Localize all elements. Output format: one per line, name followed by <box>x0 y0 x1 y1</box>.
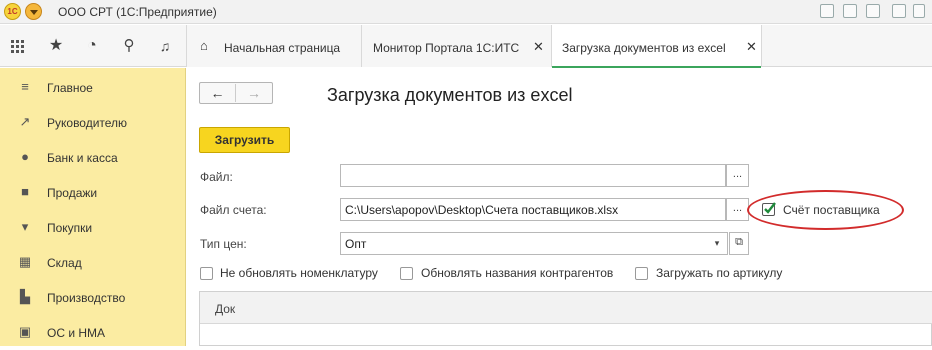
app-title: ООО СРТ (1С:Предприятие) <box>58 5 217 19</box>
sidebar-item-bank[interactable]: ● Банк и касса <box>0 140 186 175</box>
history-nav: ← → <box>199 82 273 104</box>
price-type-select[interactable]: Опт <box>340 232 708 255</box>
close-icon[interactable]: ✕ <box>746 39 757 55</box>
title-bar: 1С ООО СРТ (1С:Предприятие) <box>0 0 932 24</box>
sidebar-item-label: Производство <box>47 291 126 305</box>
load-by-article-checkbox[interactable] <box>635 267 648 280</box>
sidebar-item-label: ОС и НМА <box>47 326 106 340</box>
sidebar-item-label: Руководителю <box>47 116 128 130</box>
account-file-select-button[interactable]: ... <box>726 198 749 221</box>
account-file-value: C:\Users\apopov\Desktop\Счета поставщико… <box>345 203 619 217</box>
load-button[interactable]: Загрузить <box>199 127 290 153</box>
search-icon[interactable]: ⚲ <box>119 36 139 56</box>
sidebar-item-purchases[interactable]: ▾ Покупки <box>0 210 186 245</box>
main-menu-button[interactable] <box>25 3 42 20</box>
load-by-article-label: Загружать по артикулу <box>656 266 783 280</box>
account-file-label: Файл счета: <box>200 203 267 217</box>
apps-grid-icon[interactable] <box>11 40 25 54</box>
form-title: Загрузка документов из excel <box>327 85 573 105</box>
home-icon: ⌂ <box>200 38 208 53</box>
update-counterparty-names-label: Обновлять названия контрагентов <box>421 266 614 280</box>
notifications-bell-icon[interactable]: ♫ <box>155 36 175 56</box>
sidebar-item-production[interactable]: ▙ Производство <box>0 280 186 315</box>
highlight-ellipse <box>747 190 904 230</box>
settings-icon[interactable] <box>913 4 925 18</box>
no-update-nomenclature-checkbox[interactable] <box>200 267 213 280</box>
sidebar-item-label: Продажи <box>47 186 98 200</box>
tab-its-monitor[interactable]: Монитор Портала 1С:ИТС ✕ <box>361 25 551 67</box>
sidebar-item-fixed-assets[interactable]: ▣ ОС и НМА <box>0 315 186 350</box>
tab-label: Монитор Портала 1С:ИТС <box>373 41 520 55</box>
documents-table[interactable]: Док <box>199 291 932 346</box>
1c-logo-icon: 1С <box>4 3 21 20</box>
factory-icon: ▙ <box>20 289 30 304</box>
table-header: Док <box>200 292 932 324</box>
box-icon: ▣ <box>18 324 32 339</box>
forward-arrow-icon[interactable]: → <box>236 84 272 102</box>
grid-icon: ▦ <box>18 254 32 269</box>
toolbar: ★ ◔ ⚲ ♫ ⌂ Начальная страница Монитор Пор… <box>0 25 932 68</box>
price-type-value: Опт <box>345 237 367 251</box>
sidebar-item-label: Главное <box>47 81 93 95</box>
tab-label: Начальная страница <box>224 41 341 55</box>
favorites-star-icon[interactable]: ★ <box>46 36 66 56</box>
account-file-field[interactable]: C:\Users\apopov\Desktop\Счета поставщико… <box>340 198 726 221</box>
trend-icon: ↗ <box>19 114 31 129</box>
tab-home[interactable]: ⌂ Начальная страница <box>186 25 361 67</box>
sidebar: ≡ Главное ↗ Руководителю ● Банк и касса … <box>0 68 186 346</box>
history-icon[interactable]: ◔ <box>82 36 102 56</box>
sidebar-item-label: Банк и касса <box>47 151 118 165</box>
save-icon[interactable] <box>820 4 834 18</box>
column-header-doc[interactable]: Док <box>215 302 235 316</box>
menu-lines-icon: ≡ <box>21 79 29 94</box>
price-type-label: Тип цен: <box>200 237 247 251</box>
file-label: Файл: <box>200 170 233 184</box>
file-select-button[interactable]: ... <box>726 164 749 187</box>
file-field[interactable] <box>340 164 726 187</box>
sidebar-item-label: Склад <box>47 256 82 270</box>
back-arrow-icon[interactable]: ← <box>200 84 236 102</box>
cart-icon: ▾ <box>21 219 29 234</box>
update-counterparty-names-checkbox[interactable] <box>400 267 413 280</box>
sidebar-item-sales[interactable]: ■ Продажи <box>0 175 186 210</box>
coin-icon: ● <box>21 149 29 164</box>
sidebar-item-main[interactable]: ≡ Главное <box>0 70 186 105</box>
no-update-nomenclature-label: Не обновлять номенклатуру <box>220 266 378 280</box>
sidebar-item-warehouse[interactable]: ▦ Склад <box>0 245 186 280</box>
sidebar-item-manager[interactable]: ↗ Руководителю <box>0 105 186 140</box>
print-icon[interactable] <box>843 4 857 18</box>
chevron-down-icon[interactable]: ▾ <box>707 232 728 255</box>
tab-label: Загрузка документов из excel <box>562 41 726 55</box>
close-icon[interactable]: ✕ <box>533 39 544 55</box>
open-link-icon[interactable]: ⧉ <box>729 232 749 255</box>
bag-icon: ■ <box>21 184 29 199</box>
sidebar-item-label: Покупки <box>47 221 93 235</box>
preview-icon[interactable] <box>866 4 880 18</box>
tab-excel-import[interactable]: Загрузка документов из excel ✕ <box>551 25 762 68</box>
upload-icon[interactable] <box>892 4 906 18</box>
